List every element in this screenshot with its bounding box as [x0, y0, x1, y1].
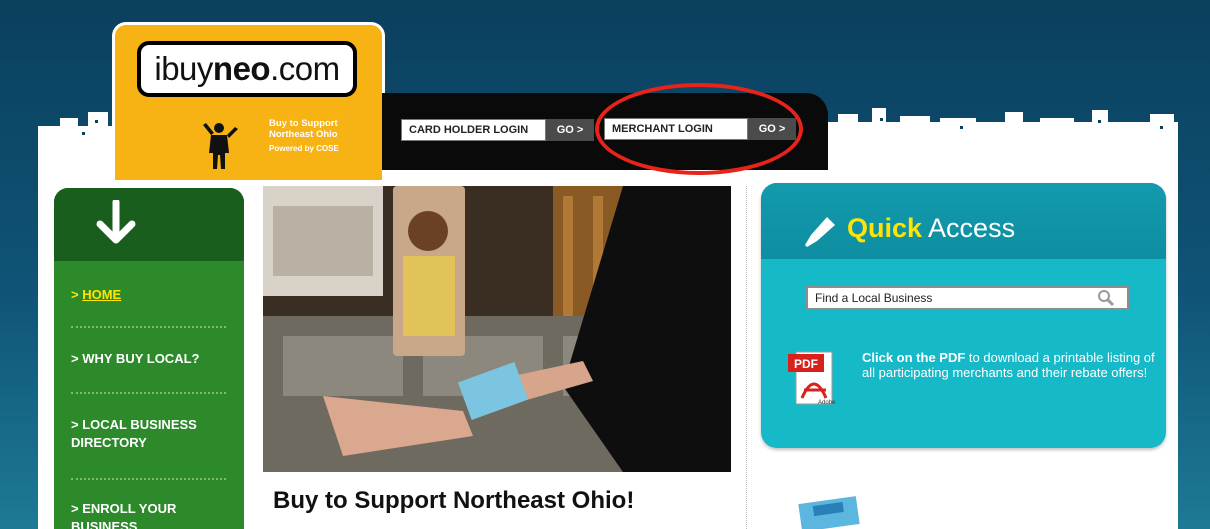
nav-item-enroll-business[interactable]: > ENROLL YOUR BUSINESS [71, 500, 201, 529]
quick-access-title: Quick Access [847, 213, 1016, 243]
nav-divider [71, 478, 226, 480]
merchant-login-highlight-circle [595, 83, 803, 175]
nav-divider [71, 326, 226, 328]
search-icon[interactable] [1096, 289, 1116, 307]
sidebar-nav: > HOME > WHY BUY LOCAL? > LOCAL BUSINESS… [54, 188, 244, 529]
logo-text: ibuyneo.com [154, 50, 340, 87]
highlighter-icon [805, 217, 835, 247]
nav-item-home[interactable]: > HOME [71, 286, 236, 304]
arrow-down-icon [96, 200, 136, 244]
logo-speech-bubble: ibuyneo.com [137, 41, 357, 97]
hero-photo [263, 186, 731, 472]
find-local-business-input[interactable]: Find a Local Business [806, 286, 1129, 310]
card-thumbnail-image [798, 496, 860, 529]
nav-item-why-buy-local[interactable]: > WHY BUY LOCAL? [71, 350, 236, 368]
pdf-download-text[interactable]: Click on the PDF to download a printable… [862, 350, 1162, 380]
pdf-download-icon[interactable]: PDF Adobe [788, 350, 840, 408]
logo-tagline: Buy to Support Northeast Ohio Powered by… [269, 118, 339, 153]
svg-text:PDF: PDF [794, 357, 818, 371]
column-divider [746, 186, 747, 529]
nav-divider [71, 392, 226, 394]
card-holder-go-button[interactable]: GO > [546, 119, 594, 141]
person-figure-icon [203, 123, 238, 169]
site-logo[interactable]: ibuyneo.com Buy to Support Northeast Ohi… [112, 22, 385, 180]
nav-header [54, 188, 244, 261]
svg-text:Adobe: Adobe [818, 400, 836, 406]
nav-item-local-business-directory[interactable]: > LOCAL BUSINESS DIRECTORY [71, 416, 221, 452]
quick-access-panel: Quick Access [761, 183, 1166, 448]
page-headline: Buy to Support Northeast Ohio! [273, 487, 635, 514]
card-holder-login-field[interactable]: CARD HOLDER LOGIN [401, 119, 546, 141]
